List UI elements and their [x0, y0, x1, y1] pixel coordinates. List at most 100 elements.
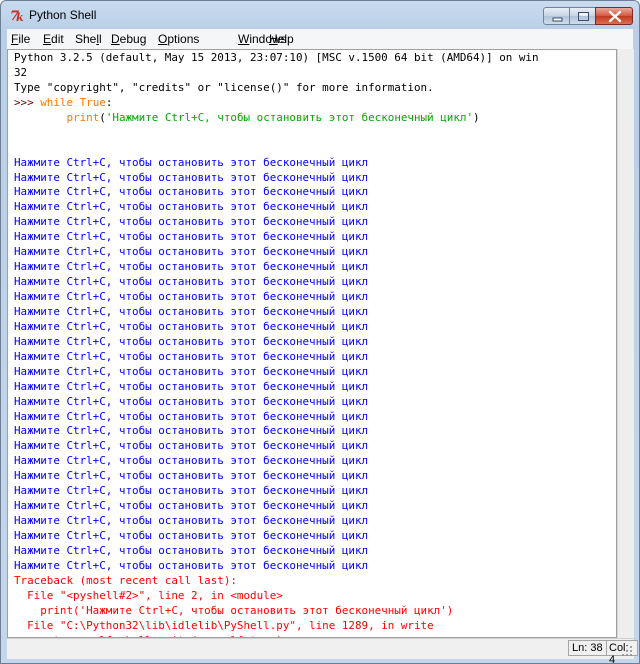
shell-line: Нажмите Ctrl+C, чтобы остановить этот бе… [14, 365, 539, 380]
shell-text-segment: Нажмите Ctrl+C, чтобы остановить этот бе… [14, 290, 369, 303]
python-idle-icon: 7 k [10, 9, 24, 23]
shell-text-segment: Нажмите Ctrl+C, чтобы остановить этот бе… [14, 319, 369, 333]
vertical-scrollbar[interactable] [617, 49, 634, 638]
shell-text-segment: File "C:\Python32\lib\idlelib\PyShell.py… [14, 618, 434, 632]
shell-text-segment: 'Нажмите Ctrl+C, чтобы остановить этот б… [105, 110, 474, 124]
svg-text:k: k [16, 11, 24, 23]
shell-text-segment: Нажмите Ctrl+C, чтобы остановить этот бе… [14, 155, 369, 169]
shell-text-segment: Нажмите Ctrl+C, чтобы остановить этот бе… [14, 379, 369, 393]
shell-line: Нажмите Ctrl+C, чтобы остановить этот бе… [14, 185, 539, 200]
shell-text-segment: : [105, 95, 113, 109]
python-shell-window: 7 k Python Shell File Edit Shell Debug Optio… [0, 0, 640, 664]
shell-text-segment: Нажмите Ctrl+C, чтобы остановить этот бе… [14, 514, 369, 528]
shell-line: Нажмите Ctrl+C, чтобы остановить этот бе… [14, 275, 539, 290]
shell-line: Нажмите Ctrl+C, чтобы остановить этот бе… [14, 290, 539, 305]
shell-line: File "C:\Python32\lib\idlelib\PyShell.py… [14, 619, 539, 634]
menu-options[interactable]: Options [158, 32, 199, 46]
shell-text-segment: Нажмите Ctrl+C, чтобы остановить этот бе… [14, 275, 369, 289]
minimize-button[interactable] [543, 7, 570, 25]
shell-text-segment: while [40, 95, 74, 109]
shell-line: Нажмите Ctrl+C, чтобы остановить этот бе… [14, 514, 539, 529]
shell-line: Нажмите Ctrl+C, чтобы остановить этот бе… [14, 320, 539, 335]
menu-debug[interactable]: Debug [111, 32, 146, 46]
shell-text-segment: Нажмите Ctrl+C, чтобы остановить этот бе… [14, 260, 369, 274]
shell-line: Нажмите Ctrl+C, чтобы остановить этот бе… [14, 395, 539, 410]
shell-line: Нажмите Ctrl+C, чтобы остановить этот бе… [14, 171, 539, 186]
shell-line: Нажмите Ctrl+C, чтобы остановить этот бе… [14, 245, 539, 260]
shell-line: >>> while True: [14, 96, 539, 111]
shell-text-segment: Нажмите Ctrl+C, чтобы остановить этот бе… [14, 304, 369, 318]
shell-text-segment [14, 111, 66, 124]
shell-text-segment: Type "copyright", "credits" or "license(… [14, 80, 434, 94]
shell-text-segment: Нажмите Ctrl+C, чтобы остановить этот бе… [14, 499, 369, 513]
shell-line: Нажмите Ctrl+C, чтобы остановить этот бе… [14, 380, 539, 395]
shell-text-segment: Нажмите Ctrl+C, чтобы остановить этот бе… [14, 543, 369, 557]
shell-text-segment: Нажмите Ctrl+C, чтобы остановить этот бе… [14, 170, 369, 184]
shell-line: Нажмите Ctrl+C, чтобы остановить этот бе… [14, 544, 539, 559]
menu-shell[interactable]: Shell [75, 32, 102, 46]
menu-edit[interactable]: Edit [43, 32, 64, 46]
line-number-indicator: Ln: 38 [568, 640, 607, 656]
shell-text-segment: Нажмите Ctrl+C, чтобы остановить этот бе… [14, 230, 369, 244]
maximize-button[interactable] [569, 7, 596, 25]
resize-grip-icon[interactable] [621, 645, 633, 657]
shell-line: Нажмите Ctrl+C, чтобы остановить этот бе… [14, 335, 539, 350]
shell-line: Нажмите Ctrl+C, чтобы остановить этот бе… [14, 305, 539, 320]
shell-line: Traceback (most recent call last): [14, 574, 539, 589]
shell-text-area[interactable]: Python 3.2.5 (default, May 15 2013, 23:0… [7, 49, 617, 638]
title-bar[interactable]: 7 k Python Shell [1, 1, 639, 29]
shell-line: File "<pyshell#2>", line 2, in <module> [14, 589, 539, 604]
shell-line: Нажмите Ctrl+C, чтобы остановить этот бе… [14, 559, 539, 574]
shell-line: Нажмите Ctrl+C, чтобы остановить этот бе… [14, 215, 539, 230]
close-icon [608, 10, 622, 23]
shell-line: print('Нажмите Ctrl+C, чтобы остановить … [14, 604, 539, 619]
shell-line: 32 [14, 66, 539, 81]
shell-text-segment: File "<pyshell#2>", line 2, in <module> [14, 588, 283, 602]
window-title: Python Shell [29, 8, 97, 22]
shell-text-segment: Нажмите Ctrl+C, чтобы остановить этот бе… [14, 439, 369, 453]
shell-line: Нажмите Ctrl+C, чтобы остановить этот бе… [14, 529, 539, 544]
shell-text-segment: Нажмите Ctrl+C, чтобы остановить этот бе… [14, 215, 369, 229]
shell-text-segment: Нажмите Ctrl+C, чтобы остановить этот бе… [14, 349, 369, 363]
shell-text-segment: Нажмите Ctrl+C, чтобы остановить этот бе… [14, 394, 369, 408]
shell-line: Нажмите Ctrl+C, чтобы остановить этот бе… [14, 200, 539, 215]
shell-text-segment: Нажмите Ctrl+C, чтобы остановить этот бе… [14, 409, 369, 423]
shell-text-segment: print [66, 110, 100, 124]
shell-text-segment: True [79, 95, 106, 109]
shell-output[interactable]: Python 3.2.5 (default, May 15 2013, 23:0… [14, 51, 539, 637]
shell-line: Нажмите Ctrl+C, чтобы остановить этот бе… [14, 156, 539, 171]
shell-text-segment: >>> [14, 95, 41, 109]
shell-text-segment: 32 [14, 65, 28, 79]
close-button[interactable] [595, 7, 633, 25]
shell-text-segment: print('Нажмите Ctrl+C, чтобы остановить … [14, 603, 454, 617]
shell-text-segment: Нажмите Ctrl+C, чтобы остановить этот бе… [14, 484, 369, 498]
shell-line: Нажмите Ctrl+C, чтобы остановить этот бе… [14, 469, 539, 484]
status-bar: Ln: 38 Col: 4 [7, 638, 638, 663]
shell-text-segment: Нажмите Ctrl+C, чтобы остановить этот бе… [14, 529, 369, 542]
shell-line: Нажмите Ctrl+C, чтобы остановить этот бе… [14, 499, 539, 514]
menu-bar: File Edit Shell Debug Options Windows Help [7, 29, 633, 50]
shell-text-segment: Нажмите Ctrl+C, чтобы остановить этот бе… [14, 424, 369, 438]
shell-line: Python 3.2.5 (default, May 15 2013, 23:0… [14, 51, 539, 66]
shell-text-segment: Traceback (most recent call last): [14, 573, 237, 587]
shell-text-segment: Нажмите Ctrl+C, чтобы остановить этот бе… [14, 558, 369, 572]
maximize-icon [578, 12, 589, 21]
shell-line: Нажмите Ctrl+C, чтобы остановить этот бе… [14, 350, 539, 365]
menu-file[interactable]: File [11, 32, 30, 46]
shell-line: Нажмите Ctrl+C, чтобы остановить этот бе… [14, 424, 539, 439]
shell-text-segment: Нажмите Ctrl+C, чтобы остановить этот бе… [14, 364, 369, 378]
shell-text-segment: ) [473, 110, 480, 124]
shell-line: Нажмите Ctrl+C, чтобы остановить этот бе… [14, 484, 539, 499]
shell-text-segment: Нажмите Ctrl+C, чтобы остановить этот бе… [14, 469, 369, 483]
minimize-icon [552, 17, 563, 22]
shell-text-segment: Нажмите Ctrl+C, чтобы остановить этот бе… [14, 185, 369, 199]
shell-line: Нажмите Ctrl+C, чтобы остановить этот бе… [14, 454, 539, 469]
menu-help[interactable]: Help [269, 32, 294, 46]
shell-line: Нажмите Ctrl+C, чтобы остановить этот бе… [14, 230, 539, 245]
shell-line: Нажмите Ctrl+C, чтобы остановить этот бе… [14, 260, 539, 275]
shell-text-segment: Нажмите Ctrl+C, чтобы остановить этот бе… [14, 245, 369, 259]
shell-line: Нажмите Ctrl+C, чтобы остановить этот бе… [14, 410, 539, 425]
shell-text-segment: Нажмите Ctrl+C, чтобы остановить этот бе… [14, 334, 369, 348]
